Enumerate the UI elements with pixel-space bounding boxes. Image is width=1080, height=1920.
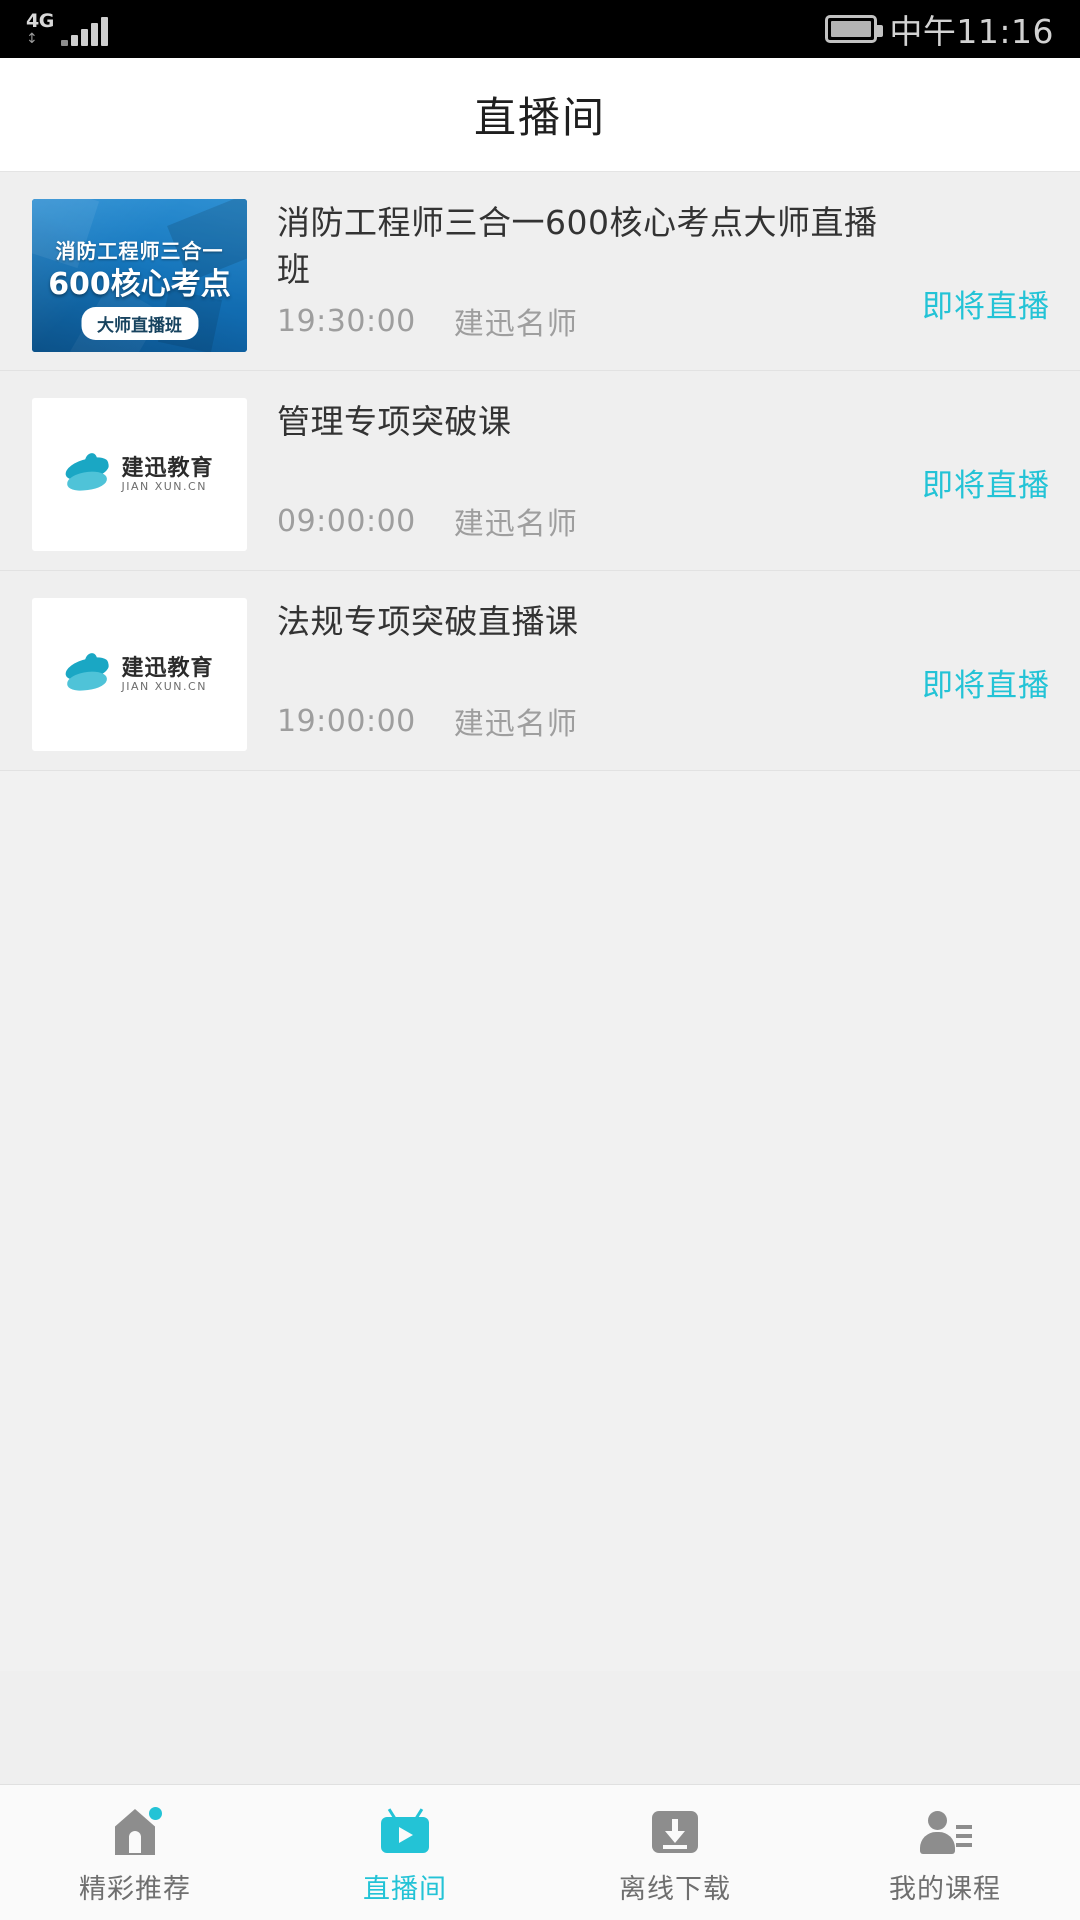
data-transfer-arrows-icon: ↕ xyxy=(26,31,38,47)
tab-live-room-label: 直播间 xyxy=(363,1874,447,1905)
tab-my-courses[interactable]: 我的课程 xyxy=(810,1785,1080,1920)
tab-live-room[interactable]: 直播间 xyxy=(270,1785,540,1920)
course-title: 法规专项突破直播课 xyxy=(277,602,579,641)
network-type-label: 4G xyxy=(26,10,54,32)
house-icon xyxy=(108,1807,162,1857)
status-badge: 即将直播 xyxy=(922,289,1050,325)
battery-full-icon xyxy=(825,15,884,43)
poster-badge: 大师直播班 xyxy=(81,307,198,340)
status-badge: 即将直播 xyxy=(922,468,1050,504)
course-teacher: 建迅名师 xyxy=(453,307,578,342)
app-screen: 4G ↕ 中午11:16 直播间 消防工程师三合一 600核心考点 大师直播班 … xyxy=(0,0,1080,1920)
course-thumbnail[interactable]: 建迅教育 JIAN XUN.CN xyxy=(32,598,247,751)
list-item[interactable]: 建迅教育 JIAN XUN.CN 法规专项突破直播课 即将直播 19:00:00… xyxy=(0,571,1080,771)
bottom-tab-bar: 精彩推荐 直播间 离线下载 我的课程 xyxy=(0,1784,1080,1920)
tab-recommend[interactable]: 精彩推荐 xyxy=(0,1785,270,1920)
course-time: 09:00:00 xyxy=(277,503,416,539)
list-item-meta: 09:00:00 建迅名师 xyxy=(277,499,578,543)
brand-logo-text: 建迅教育 JIAN XUN.CN xyxy=(121,656,213,694)
brand-logo-image: 建迅教育 JIAN XUN.CN xyxy=(32,598,247,751)
live-room-list: 消防工程师三合一 600核心考点 大师直播班 消防工程师三合一600核心考点大师… xyxy=(0,171,1080,771)
brand-logo-image: 建迅教育 JIAN XUN.CN xyxy=(32,398,247,551)
download-icon xyxy=(648,1807,702,1857)
course-thumbnail[interactable]: 建迅教育 JIAN XUN.CN xyxy=(32,398,247,551)
tab-my-courses-label: 我的课程 xyxy=(889,1874,1001,1905)
course-title: 管理专项突破课 xyxy=(277,402,512,441)
poster-line-2: 600核心考点 xyxy=(48,267,231,302)
brand-name-en: JIAN XUN.CN xyxy=(121,679,207,693)
status-bar: 4G ↕ 中午11:16 xyxy=(0,0,1080,58)
brand-mark-icon xyxy=(63,451,112,495)
network-type-indicator: 4G ↕ xyxy=(26,10,54,47)
tab-recommend-label: 精彩推荐 xyxy=(79,1874,191,1905)
tv-icon xyxy=(378,1807,432,1857)
list-item-meta: 19:30:00 建迅名师 xyxy=(277,299,578,343)
status-bar-left: 4G ↕ xyxy=(26,12,108,46)
status-badge: 即将直播 xyxy=(922,668,1050,704)
tab-offline-download-label: 离线下载 xyxy=(619,1874,731,1905)
course-teacher: 建迅名师 xyxy=(453,507,578,542)
course-thumbnail[interactable]: 消防工程师三合一 600核心考点 大师直播班 xyxy=(32,199,247,352)
empty-area xyxy=(0,771,1080,1671)
course-time: 19:30:00 xyxy=(277,303,416,339)
list-item[interactable]: 建迅教育 JIAN XUN.CN 管理专项突破课 即将直播 09:00:00 建… xyxy=(0,371,1080,571)
signal-bars-icon xyxy=(60,16,108,46)
brand-name-cn: 建迅教育 xyxy=(121,455,214,481)
poster-image: 消防工程师三合一 600核心考点 大师直播班 xyxy=(32,199,247,352)
brand-name-cn: 建迅教育 xyxy=(121,655,214,681)
list-item[interactable]: 消防工程师三合一 600核心考点 大师直播班 消防工程师三合一600核心考点大师… xyxy=(0,171,1080,371)
status-bar-right: 中午11:16 xyxy=(825,5,1054,53)
brand-mark-icon xyxy=(63,651,112,695)
brand-name-en: JIAN XUN.CN xyxy=(121,479,207,493)
tab-offline-download[interactable]: 离线下载 xyxy=(540,1785,810,1920)
list-item-meta: 19:00:00 建迅名师 xyxy=(277,699,578,743)
person-icon xyxy=(918,1807,972,1857)
page-header: 直播间 xyxy=(0,58,1080,171)
page-title: 直播间 xyxy=(473,93,606,142)
status-bar-clock: 中午11:16 xyxy=(889,12,1054,51)
brand-logo-text: 建迅教育 JIAN XUN.CN xyxy=(121,456,213,494)
course-title: 消防工程师三合一600核心考点大师直播班 xyxy=(277,203,878,289)
course-time: 19:00:00 xyxy=(277,703,416,739)
course-teacher: 建迅名师 xyxy=(453,707,578,742)
